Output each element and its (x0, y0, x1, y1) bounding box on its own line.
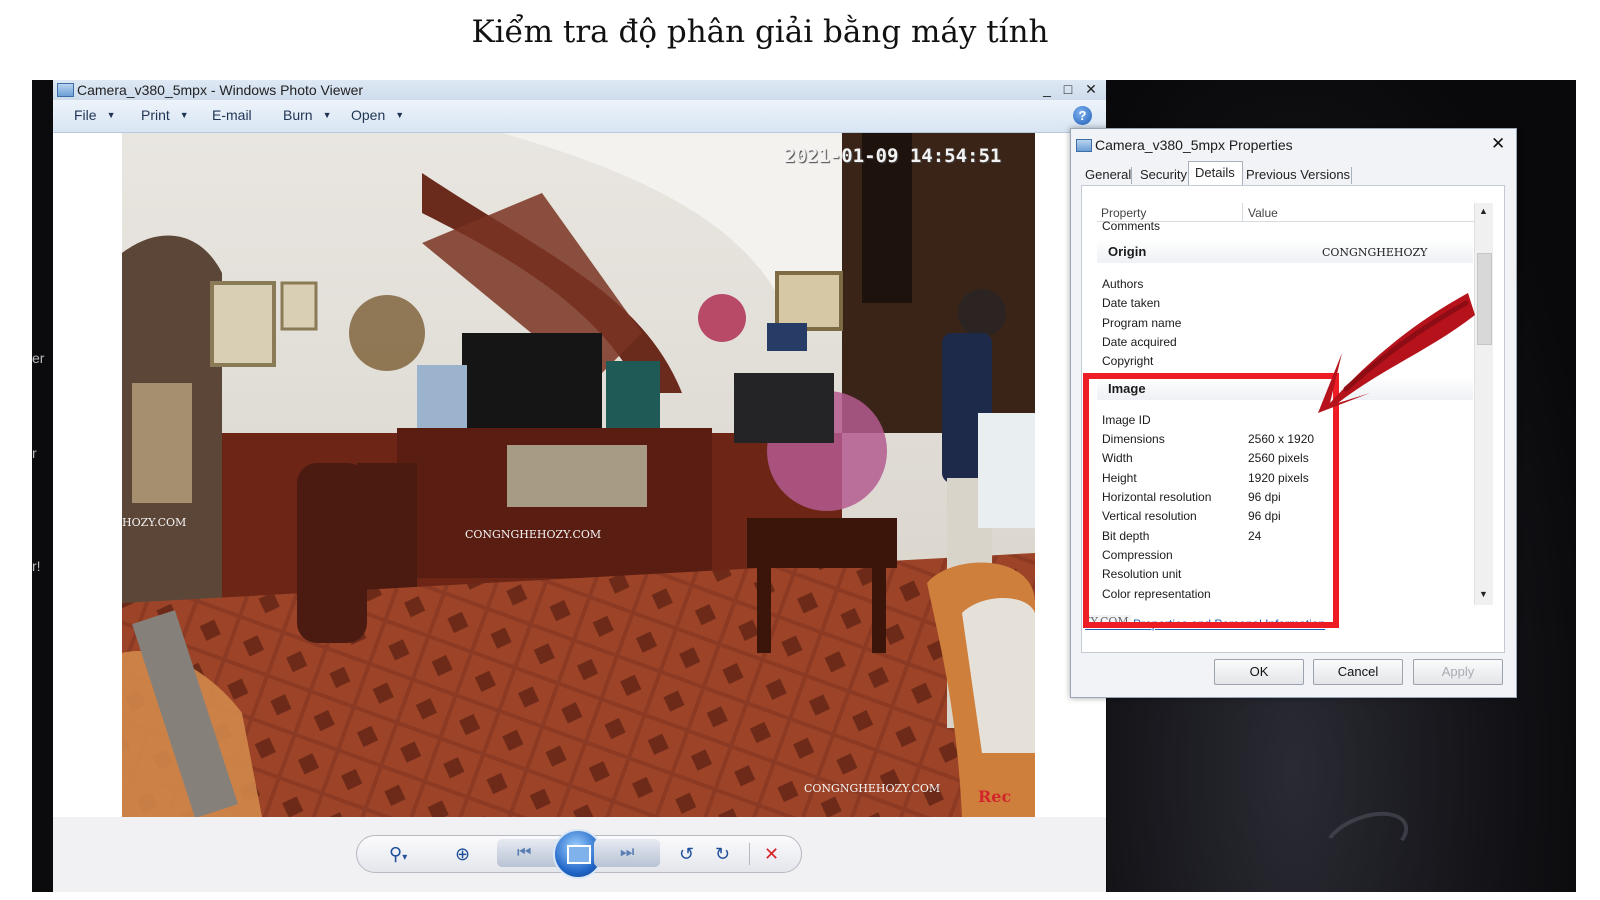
rotate-counterclockwise-icon[interactable]: ↺ (679, 842, 694, 866)
file-icon (1076, 139, 1092, 152)
delete-icon[interactable]: ✕ (764, 842, 779, 866)
menu-file[interactable]: File ▼ (74, 107, 115, 123)
slideshow-icon (567, 845, 591, 864)
chevron-down-icon: ▾ (402, 852, 408, 863)
previous-icon: ⏮ (517, 844, 532, 861)
property-row[interactable]: Authors (1102, 277, 1143, 291)
magnifier-icon: ⚲ (389, 844, 403, 864)
watermark: CONGNGHEHOZY.COM (804, 782, 941, 795)
tab-security[interactable]: Security (1140, 167, 1187, 182)
column-divider (1242, 203, 1243, 221)
menu-bar: File ▼ Print ▼ E-mail Burn ▼ Open ▼ ? (53, 100, 1106, 133)
photo-viewer-app-icon (57, 83, 74, 97)
close-icon[interactable]: ✕ (1491, 134, 1505, 154)
chevron-down-icon: ▼ (106, 110, 116, 120)
ok-button[interactable]: OK (1214, 659, 1304, 685)
property-row[interactable]: Comments (1102, 219, 1160, 233)
tab-previous-versions[interactable]: Previous Versions (1246, 167, 1350, 182)
next-button[interactable]: ⏭ (594, 839, 660, 867)
property-row[interactable]: Date acquired (1102, 335, 1177, 349)
property-row[interactable]: Program name (1102, 316, 1181, 330)
actual-size-icon[interactable]: ⊕ (455, 842, 470, 866)
origin-watermark: CONGNGHEHOZY (1322, 246, 1428, 259)
menu-print-label: Print (141, 107, 170, 123)
viewer-controls-bar: ⚲▾ ⊕ ⏮ ⏭ ↺ ↻ ✕ (53, 817, 1106, 892)
scroll-down-icon[interactable]: ▼ (1479, 589, 1488, 599)
scroll-up-icon[interactable]: ▲ (1479, 206, 1488, 216)
chevron-down-icon: ▼ (395, 110, 405, 120)
tab-general[interactable]: General (1085, 167, 1131, 182)
maximize-button[interactable]: □ (1059, 81, 1077, 98)
room-photo (122, 133, 1035, 817)
camera-timestamp: 2021-01-09 14:54:51 (784, 145, 1002, 167)
chevron-down-icon: ▼ (322, 110, 332, 120)
watermark: CONGNGHEHOZY.COM (465, 528, 602, 541)
menu-email-label: E-mail (212, 107, 252, 123)
tab-separator (1351, 167, 1352, 184)
dialog-title: Camera_v380_5mpx Properties (1095, 137, 1293, 153)
chevron-down-icon: ▼ (179, 110, 189, 120)
annotation-arrow (1318, 293, 1475, 413)
next-icon: ⏭ (620, 844, 635, 861)
menu-open-label: Open (351, 107, 386, 123)
column-header-value[interactable]: Value (1248, 206, 1278, 220)
tab-separator (1131, 167, 1132, 184)
property-row[interactable]: Copyright (1102, 354, 1153, 368)
tab-details[interactable]: Details (1195, 165, 1235, 180)
menu-email[interactable]: E-mail (212, 107, 252, 123)
window-title: Camera_v380_5mpx - Windows Photo Viewer (77, 82, 364, 98)
section-origin: Origin (1108, 244, 1147, 259)
column-header-property[interactable]: Property (1101, 206, 1146, 220)
watermark: HOZY.COM (122, 516, 187, 529)
menu-burn-label: Burn (283, 107, 313, 123)
menu-burn[interactable]: Burn ▼ (283, 107, 332, 123)
zoom-icon[interactable]: ⚲▾ (389, 842, 407, 870)
playback-controls: ⚲▾ ⊕ ⏮ ⏭ ↺ ↻ ✕ (356, 829, 802, 879)
menu-print[interactable]: Print ▼ (141, 107, 189, 123)
property-row[interactable]: Date taken (1102, 296, 1160, 310)
apply-button[interactable]: Apply (1413, 659, 1503, 685)
edge-text: r (32, 445, 37, 461)
menu-open[interactable]: Open ▼ (351, 107, 404, 123)
rec-label: Rec (978, 787, 1012, 806)
edge-text: er (32, 350, 45, 366)
title-bar[interactable]: Camera_v380_5mpx - Windows Photo Viewer … (53, 80, 1106, 100)
cancel-button[interactable]: Cancel (1313, 659, 1403, 685)
close-button[interactable]: ✕ (1082, 81, 1100, 98)
photo-canvas[interactable]: 2021-01-09 14:54:51 CONGNGHEHOZY.COM HOZ… (122, 133, 1035, 817)
page-title: Kiểm tra độ phân giải bằng máy tính (471, 14, 1049, 50)
photo-viewer-window: Camera_v380_5mpx - Windows Photo Viewer … (53, 80, 1106, 892)
menu-file-label: File (74, 107, 97, 123)
minimize-button[interactable]: _ (1038, 81, 1056, 98)
controls-divider (749, 843, 750, 865)
rotate-clockwise-icon[interactable]: ↻ (715, 842, 730, 866)
help-icon[interactable]: ? (1073, 106, 1092, 125)
edge-text: r! (32, 558, 41, 574)
